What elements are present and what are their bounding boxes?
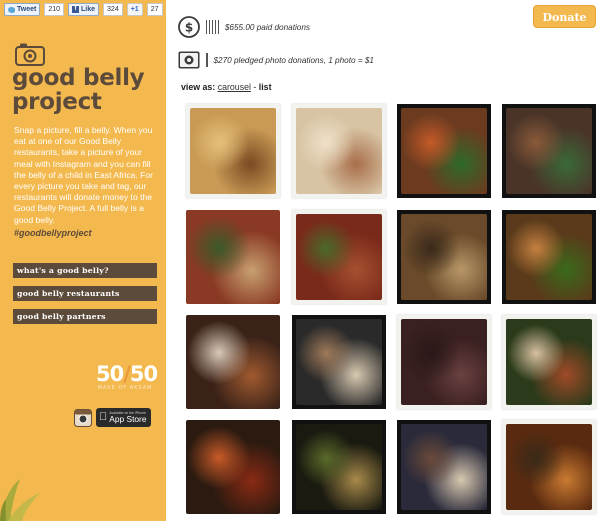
twitter-bird-icon bbox=[8, 6, 15, 13]
food-photo bbox=[186, 420, 280, 514]
view-carousel-link[interactable]: carousel bbox=[218, 82, 251, 92]
food-photo bbox=[296, 108, 382, 194]
intro-text: Snap a picture, fill a belly. When you e… bbox=[14, 125, 153, 225]
apple-icon:  bbox=[99, 412, 107, 423]
view-as-label: view as: bbox=[181, 82, 216, 92]
svg-text:$: $ bbox=[185, 21, 193, 35]
food-photo bbox=[190, 108, 276, 194]
sidebar-nav: what's a good belly? good belly restaura… bbox=[13, 263, 157, 332]
photo-tile[interactable] bbox=[397, 315, 491, 409]
like-label: Like bbox=[81, 6, 96, 13]
food-photo bbox=[506, 108, 592, 194]
photo-tile[interactable] bbox=[502, 210, 596, 304]
food-photo bbox=[186, 315, 280, 409]
app-store-label: App Store bbox=[101, 414, 146, 424]
photo-tile[interactable] bbox=[292, 420, 386, 514]
food-photo bbox=[296, 424, 382, 510]
google-plusone-button[interactable]: +1 bbox=[126, 3, 143, 16]
donation-tally-bars bbox=[206, 20, 219, 34]
tweet-count: 210 bbox=[44, 3, 65, 16]
facebook-like-button[interactable]: f Like bbox=[68, 3, 100, 16]
donate-button[interactable]: Donate bbox=[533, 5, 596, 28]
fifty-fifty-logo[interactable]: 50/50 MAKE OF AKSAM bbox=[96, 363, 158, 391]
view-toggle: view as: carousel - list bbox=[181, 82, 272, 92]
food-photo bbox=[506, 424, 592, 510]
facebook-icon: f bbox=[72, 6, 80, 13]
photo-camera-icon bbox=[178, 51, 200, 69]
food-photo bbox=[296, 319, 382, 405]
nav-item-restaurants[interactable]: good belly restaurants bbox=[13, 286, 157, 301]
photo-tile[interactable] bbox=[502, 420, 596, 514]
nav-item-whats-a-good-belly[interactable]: what's a good belly? bbox=[13, 263, 157, 278]
photo-tile[interactable] bbox=[397, 104, 491, 198]
brand-title[interactable]: good belly project bbox=[12, 66, 162, 114]
app-store-badge[interactable]:  Available on the iPhone App Store bbox=[96, 408, 151, 427]
photo-tile[interactable] bbox=[292, 210, 386, 304]
food-photo bbox=[401, 108, 487, 194]
food-photo bbox=[401, 424, 487, 510]
food-photo bbox=[506, 319, 592, 405]
tweet-button[interactable]: Tweet bbox=[4, 3, 41, 16]
photo-tile[interactable] bbox=[186, 315, 280, 409]
pledged-donations-row: $270 pledged photo donations, 1 photo = … bbox=[178, 51, 374, 69]
grass-decoration bbox=[0, 479, 40, 521]
pledged-donations-text: $270 pledged photo donations, 1 photo = … bbox=[213, 55, 374, 65]
photo-grid bbox=[186, 104, 598, 521]
paid-donations-text: $655.00 paid donations bbox=[224, 22, 310, 32]
photo-tile[interactable] bbox=[397, 420, 491, 514]
photo-tile[interactable] bbox=[502, 104, 596, 198]
view-list-link[interactable]: list bbox=[259, 82, 272, 92]
food-photo bbox=[296, 214, 382, 300]
food-photo bbox=[401, 319, 487, 405]
photo-tile[interactable] bbox=[186, 104, 280, 198]
photo-tile[interactable] bbox=[292, 104, 386, 198]
paid-donations-row: $ $655.00 paid donations bbox=[178, 16, 310, 38]
photo-tile[interactable] bbox=[186, 210, 280, 304]
sidebar: Tweet 210 f Like 324 +1 27 good belly pr… bbox=[0, 0, 166, 521]
food-photo bbox=[186, 210, 280, 304]
dollar-coin-icon: $ bbox=[178, 16, 200, 38]
photo-tile[interactable] bbox=[397, 210, 491, 304]
pledge-tally-bar bbox=[206, 53, 208, 67]
hashtag: #goodbellyproject bbox=[14, 228, 92, 238]
plusone-count: 27 bbox=[146, 3, 163, 16]
photo-tile[interactable] bbox=[186, 420, 280, 514]
plusone-label: +1 bbox=[130, 6, 139, 13]
camera-icon bbox=[15, 43, 45, 66]
like-count: 324 bbox=[103, 3, 123, 16]
social-share-bar: Tweet 210 f Like 324 +1 27 bbox=[4, 3, 163, 16]
food-photo bbox=[401, 214, 487, 300]
food-photo bbox=[506, 214, 592, 300]
instagram-icon[interactable] bbox=[74, 409, 92, 427]
nav-item-partners[interactable]: good belly partners bbox=[13, 309, 157, 324]
view-separator: - bbox=[253, 82, 257, 92]
photo-tile[interactable] bbox=[292, 315, 386, 409]
tweet-label: Tweet bbox=[17, 6, 37, 13]
photo-tile[interactable] bbox=[502, 315, 596, 409]
